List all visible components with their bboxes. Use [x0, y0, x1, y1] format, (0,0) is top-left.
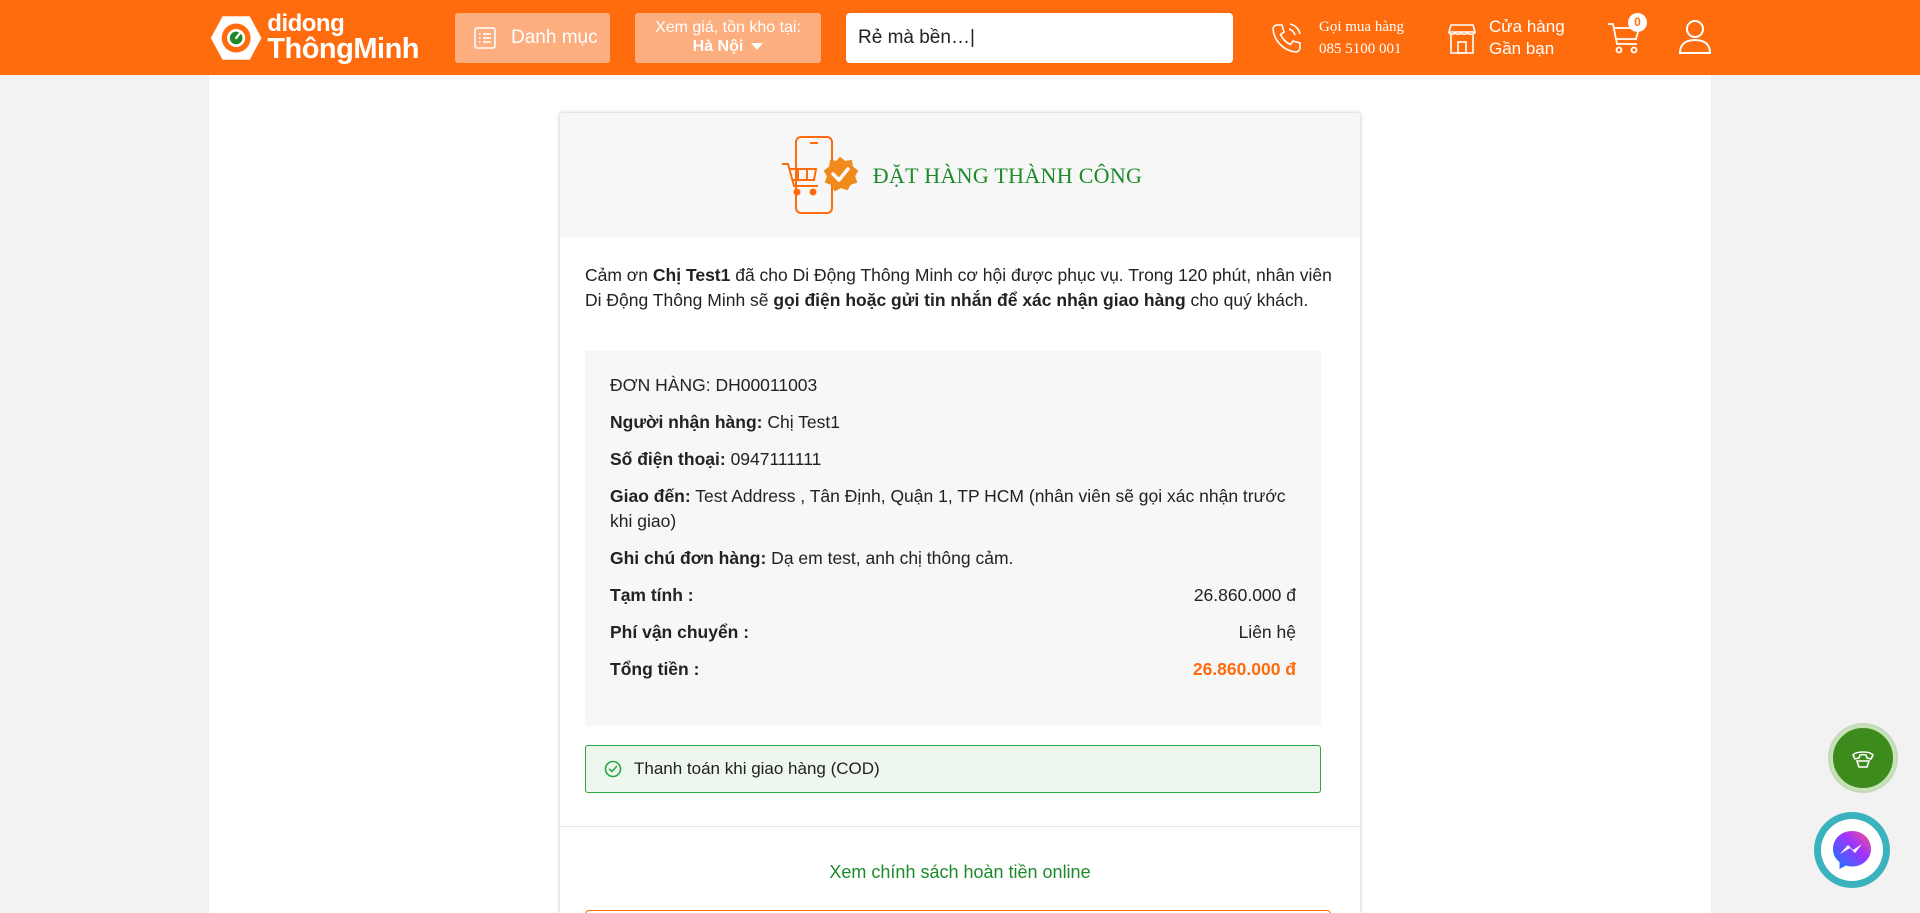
refund-policy-link[interactable]: Xem chính sách hoàn tiền online	[560, 862, 1360, 883]
phone-value: 0947111111	[725, 449, 822, 469]
address-label: Giao đến:	[610, 486, 691, 506]
messenger-icon	[1833, 831, 1871, 869]
hotline-phone: 085 5100 001	[1319, 41, 1402, 57]
thanks-text-1: Cảm ơn	[585, 265, 653, 285]
subtotal-value: 26.860.000 đ	[1193, 585, 1296, 605]
user-icon[interactable]	[1678, 19, 1712, 55]
call-float-button[interactable]	[1830, 725, 1896, 791]
cart-count-badge: 0	[1628, 13, 1647, 32]
shipping-value: Liên hệ	[1238, 622, 1296, 642]
phone-cart-check-icon	[781, 135, 859, 214]
phone-label: Số điện thoại:	[610, 449, 726, 469]
location-city: Hà Nội	[692, 38, 744, 55]
hotline-link[interactable]: Gọi mua hàng 085 5100 001	[1268, 16, 1418, 60]
phone-row: Số điện thoại: 0947111111	[610, 447, 1296, 472]
note-row: Ghi chú đơn hàng: Dạ em test, anh chị th…	[610, 546, 1296, 571]
phone-call-icon	[1852, 751, 1874, 768]
subtotal-label: Tạm tính :	[610, 585, 694, 605]
receiver-value: Chị Test1	[762, 412, 840, 432]
order-success-card: ĐẶT HÀNG THÀNH CÔNG Cảm ơn Chị Test1 đã …	[560, 113, 1360, 913]
check-circle-icon	[604, 760, 622, 778]
list-icon	[474, 27, 496, 49]
order-code-label: ĐƠN HÀNG:	[610, 375, 716, 395]
logo-line2: ThôngMinh	[267, 33, 419, 65]
payment-method-label: Thanh toán khi giao hàng (COD)	[634, 759, 880, 778]
site-logo[interactable]: didong ThôngMinh	[209, 12, 419, 64]
confirmation-notice: gọi điện hoặc gửi tin nhắn để xác nhận g…	[773, 290, 1186, 310]
total-value: 26.860.000 đ	[1192, 659, 1296, 679]
thank-you-message: Cảm ơn Chị Test1 đã cho Di Động Thông Mi…	[585, 263, 1335, 313]
divider	[560, 826, 1360, 827]
order-info-box: ĐƠN HÀNG: DH00011003 Người nhận hàng: Ch…	[585, 351, 1321, 726]
location-label: Xem giá, tồn kho tại:	[655, 19, 801, 36]
category-menu-label: Danh mục	[511, 27, 598, 48]
total-label: Tổng tiền :	[610, 659, 700, 679]
search-input[interactable]	[846, 13, 1233, 63]
total-row: Tổng tiền : 26.860.000 đ	[610, 657, 1296, 682]
order-code: DH00011003	[715, 375, 818, 395]
address-row: Giao đến: Test Address , Tân Định, Quận …	[610, 484, 1296, 534]
location-selector[interactable]: Xem giá, tồn kho tại: Hà Nội	[635, 13, 821, 63]
shipping-row: Phí vận chuyển : Liên hệ	[610, 620, 1296, 645]
success-title: ĐẶT HÀNG THÀNH CÔNG	[872, 162, 1143, 188]
store-locator-link[interactable]: Cửa hàng Gần bạn	[1447, 16, 1577, 60]
payment-method-box: Thanh toán khi giao hàng (COD)	[585, 745, 1321, 793]
logo-badge-icon	[210, 16, 262, 60]
category-menu-button[interactable]: Danh mục	[455, 13, 610, 63]
messenger-float-button[interactable]	[1814, 812, 1890, 888]
caret-down-icon	[751, 43, 764, 51]
store-line2: Gần bạn	[1489, 39, 1555, 58]
address-value: Test Address , Tân Định, Quận 1, TP HCM …	[610, 486, 1286, 531]
note-label: Ghi chú đơn hàng:	[610, 548, 767, 568]
note-value: Dạ em test, anh chị thông cảm.	[766, 548, 1014, 568]
customer-name: Chị Test1	[652, 265, 731, 285]
store-line1: Cửa hàng	[1489, 17, 1565, 36]
order-code-row: ĐƠN HÀNG: DH00011003	[610, 373, 1296, 398]
site-header: didong ThôngMinh Danh mục Xem giá, tồn k…	[0, 0, 1920, 75]
thanks-text-3: cho quý khách.	[1185, 290, 1309, 310]
store-icon	[1447, 24, 1477, 54]
subtotal-row: Tạm tính : 26.860.000 đ	[610, 583, 1296, 608]
phone-icon	[1272, 23, 1301, 53]
receiver-row: Người nhận hàng: Chị Test1	[610, 410, 1296, 435]
hotline-label: Gọi mua hàng	[1319, 19, 1404, 35]
receiver-label: Người nhận hàng:	[610, 412, 763, 432]
shipping-label: Phí vận chuyển :	[610, 622, 750, 642]
success-header: ĐẶT HÀNG THÀNH CÔNG	[560, 113, 1360, 238]
